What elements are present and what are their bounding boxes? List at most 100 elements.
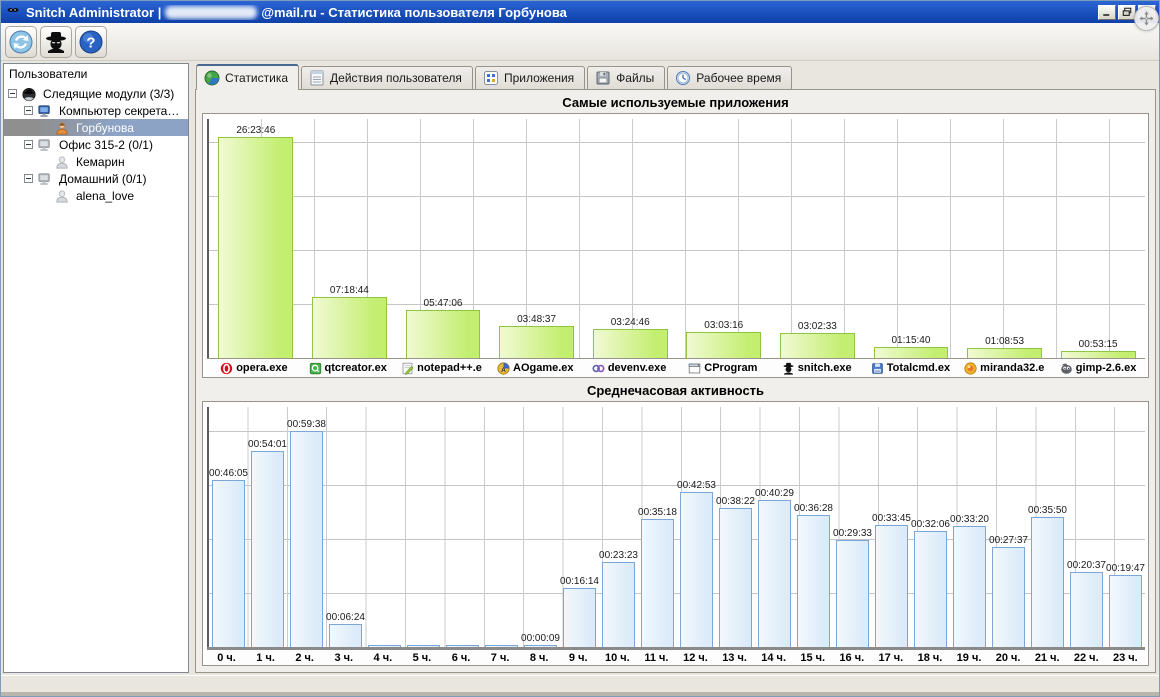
x-axis-label: gimp-2.6.ex	[1051, 359, 1145, 377]
x-axis-label: 18 ч.	[910, 650, 949, 665]
bar	[601, 562, 636, 647]
chart-column: 00:33:45	[872, 407, 911, 647]
tree-item-компьютер-секрета-[interactable]: Компьютер секрета…	[4, 102, 188, 119]
x-axis-label: 15 ч.	[793, 650, 832, 665]
x-axis-label: notepad++.e	[395, 359, 489, 377]
bar	[679, 492, 714, 647]
chart-column: 03:48:37	[490, 119, 584, 358]
bar	[967, 348, 1042, 358]
x-axis-label-text: 10 ч.	[604, 651, 630, 664]
hourly-activity-chart: 00:46:05 00:54:01 00:59:38 00:06:24 00:00:09…	[202, 401, 1149, 666]
bar	[445, 645, 480, 647]
devenv-icon	[592, 362, 605, 375]
chart-column: 03:24:46	[583, 119, 677, 358]
x-axis-label-text: 6 ч.	[451, 651, 471, 664]
tree-item-кемарин[interactable]: Кемарин	[4, 153, 188, 170]
chart-column: 00:29:33	[833, 407, 872, 647]
users-tree: Следящие модули (3/3) Компьютер секрета… Г…	[4, 85, 188, 672]
tab-disk[interactable]: Файлы	[587, 66, 666, 89]
users-panel: Пользователи Следящие модули (3/3) Компью…	[3, 63, 189, 673]
tree-item-следящие-модули-3-3-[interactable]: Следящие модули (3/3)	[4, 85, 188, 102]
x-axis-label-text: 22 ч.	[1073, 651, 1099, 664]
x-axis-label: 8 ч.	[520, 650, 559, 665]
collapse-toggle-icon[interactable]	[24, 140, 33, 149]
x-axis-label: 11 ч.	[637, 650, 676, 665]
x-axis-label-text: devenv.exe	[607, 362, 667, 374]
bar	[218, 137, 294, 358]
bar-value-label: 00:35:18	[638, 507, 677, 518]
content-panel: Статистика Действия пользователя Приложени…	[195, 63, 1156, 673]
x-axis-label-text: 17 ч.	[878, 651, 904, 664]
bar	[311, 297, 387, 358]
bar-value-label: 00:16:14	[560, 576, 599, 587]
spy-button[interactable]	[40, 25, 72, 58]
x-axis-label-text: 8 ч.	[529, 651, 549, 664]
bar	[873, 347, 949, 358]
collapse-toggle-icon[interactable]	[24, 174, 33, 183]
refresh-button[interactable]	[5, 25, 37, 58]
users-panel-header: Пользователи	[9, 67, 88, 81]
tree-item-горбунова[interactable]: Горбунова	[4, 119, 188, 136]
x-axis-label: snitch.exe	[770, 359, 864, 377]
x-axis-label-text: 3 ч.	[334, 651, 354, 664]
tab-label: Статистика	[225, 70, 289, 85]
bar-value-label: 07:18:44	[329, 285, 369, 296]
tab-pie[interactable]: Статистика	[196, 64, 300, 90]
snitch-icon	[782, 362, 795, 375]
x-axis-label-text: gimp-2.6.ex	[1075, 362, 1137, 374]
computer-icon	[37, 138, 53, 152]
bar	[640, 519, 675, 647]
minimize-button[interactable]	[1098, 4, 1116, 20]
x-axis-label-text: snitch.exe	[797, 362, 852, 374]
chart-columns: 00:46:05 00:54:01 00:59:38 00:06:24 00:00:09…	[209, 407, 1145, 647]
bar	[484, 645, 519, 647]
chart-column: 00:38:22	[716, 407, 755, 647]
x-axis-label: miranda32.e	[957, 359, 1051, 377]
bar	[1030, 517, 1065, 647]
bar	[499, 326, 575, 358]
bar	[835, 540, 870, 647]
x-axis-label-text: Totalcmd.ex	[886, 362, 951, 374]
bar-value-label: 00:46:05	[209, 468, 248, 479]
status-bar	[1, 675, 1159, 696]
chart-column: 07:18:44	[303, 119, 397, 358]
app-usage-plot: 26:23:46 07:18:44 05:47:06 03:48:37 03:24:46…	[207, 119, 1145, 358]
tree-item-домашний-0-1-[interactable]: Домашний (0/1)	[4, 170, 188, 187]
tree-item-label: Горбунова	[76, 120, 134, 135]
tree-item-alena-love[interactable]: alena_love	[4, 187, 188, 204]
x-axis-label: 5 ч.	[402, 650, 441, 665]
chart-column: 00:46:05	[209, 407, 248, 647]
x-axis-label: Totalcmd.ex	[864, 359, 958, 377]
chart-column: 00:54:01	[248, 407, 287, 647]
tree-item-label: Домашний (0/1)	[59, 171, 147, 186]
list-icon	[309, 70, 325, 86]
hourly-activity-section: Среднечасовая активность 00:46:05 00:54:0…	[202, 381, 1149, 666]
bar-value-label: 00:33:20	[950, 514, 989, 525]
chart-column: 00:40:29	[755, 407, 794, 647]
tree-item-label: Компьютер секрета…	[59, 103, 180, 118]
x-axis-label-text: notepad++.e	[417, 362, 482, 374]
bar-value-label: 03:02:33	[797, 321, 837, 332]
main-area: Пользователи Следящие модули (3/3) Компью…	[1, 62, 1159, 675]
x-axis-label-text: 1 ч.	[256, 651, 275, 664]
x-axis-label: 0 ч.	[207, 650, 246, 665]
tab-grid[interactable]: Приложения	[474, 66, 586, 89]
tab-list[interactable]: Действия пользователя	[301, 66, 473, 89]
collapse-toggle-icon[interactable]	[8, 89, 17, 98]
bar-value-label: 00:36:28	[794, 503, 833, 514]
x-axis-label: 21 ч.	[1028, 650, 1067, 665]
chart-column: 00:23:23	[599, 407, 638, 647]
bar	[1108, 575, 1143, 647]
window-controls	[1098, 4, 1159, 31]
bar	[592, 329, 668, 358]
chart-column: 00:59:38	[287, 407, 326, 647]
tab-clock[interactable]: Рабочее время	[667, 66, 793, 89]
bar-value-label: 00:20:37	[1067, 560, 1106, 571]
collapse-toggle-icon[interactable]	[24, 106, 33, 115]
bar	[874, 525, 909, 647]
x-axis-label-text: miranda32.e	[980, 362, 1045, 374]
tree-item-офис-315-2-0-1-[interactable]: Офис 315-2 (0/1)	[4, 136, 188, 153]
move-resize-badge[interactable]	[1134, 5, 1159, 31]
x-axis-label-text: 19 ч.	[956, 651, 982, 664]
help-button[interactable]: ?	[75, 25, 107, 58]
